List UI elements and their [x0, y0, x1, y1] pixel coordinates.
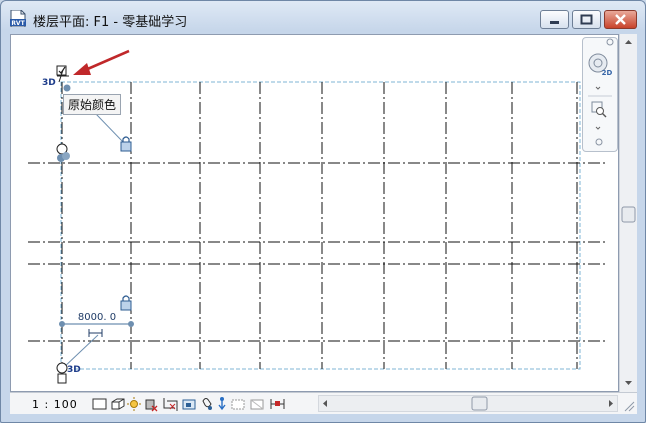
temporary-hide-icon[interactable] [218, 397, 226, 411]
view-control-icons [92, 397, 285, 412]
drawing-canvas[interactable]: 3D 8000. 0 3D 原始颜色 2D [10, 34, 619, 392]
zoom-icon[interactable] [591, 101, 607, 118]
nav-bar-graphics: 2D [588, 38, 614, 146]
horizontal-scrollbar[interactable] [318, 395, 618, 412]
title-bar[interactable]: RVT 楼层平面: F1 - 零基础学习 [1, 1, 645, 34]
grid-end-handle [63, 84, 71, 92]
show-crop-region-icon[interactable] [182, 399, 196, 410]
resize-grip-icon[interactable] [620, 394, 636, 414]
leader-line [95, 113, 125, 144]
dimension-value: 8000. 0 [78, 312, 116, 323]
close-button[interactable] [604, 10, 637, 29]
view-scale[interactable]: 1 : 100 [32, 398, 78, 411]
sun-path-icon[interactable] [127, 397, 141, 411]
maximize-button[interactable] [572, 10, 601, 29]
analysis-display-icon[interactable] [270, 399, 285, 409]
floor-plan-drawing: 3D 8000. 0 3D [28, 49, 608, 384]
top-grid-head[interactable]: 3D [42, 65, 71, 92]
grid-drag-handle[interactable] [62, 152, 70, 160]
maximize-icon [580, 14, 593, 25]
vertical-scrollbar[interactable] [619, 34, 637, 392]
wheel-label: 2D [602, 69, 613, 77]
view-control-bar: 1 : 100 [10, 392, 637, 414]
horizontal-scrollbar-graphics [323, 396, 613, 411]
bottom-view-tag: 3D [67, 365, 81, 375]
rvt-file-icon: RVT [10, 10, 26, 27]
scroll-left-arrow-icon [323, 400, 327, 407]
top-view-tag: 3D [42, 78, 56, 88]
temporary-view-properties-icon[interactable] [250, 399, 264, 410]
app-icon-label: RVT [11, 20, 25, 27]
scroll-thumb [471, 396, 488, 411]
scroll-thumb [621, 206, 636, 223]
scroll-right-arrow-icon [609, 400, 613, 407]
minimize-icon [550, 21, 559, 24]
visual-style-icon[interactable] [111, 398, 125, 410]
navigation-bar: 2D [582, 37, 618, 152]
nav-close-icon [606, 38, 614, 46]
reveal-hidden-icon[interactable] [231, 399, 245, 410]
scroll-down-arrow-icon [625, 381, 632, 385]
close-icon [615, 14, 626, 25]
lock-icon[interactable] [120, 295, 132, 311]
tooltip-original-color: 原始颜色 [63, 94, 122, 115]
nav-options-icon[interactable] [595, 138, 603, 146]
revit-view-window: RVT 楼层平面: F1 - 零基础学习 3D 8000. 0 3D 原始颜色 … [0, 0, 646, 423]
crop-region-boundary[interactable] [60, 81, 581, 370]
chevron-down-icon[interactable] [595, 86, 601, 90]
crop-view-icon[interactable] [163, 398, 178, 411]
scroll-up-arrow-icon [625, 40, 632, 44]
vertical-scrollbar-graphics [621, 40, 636, 385]
steering-wheel-icon[interactable]: 2D [588, 53, 613, 77]
detail-level-icon[interactable] [92, 398, 107, 410]
minimize-button[interactable] [540, 10, 569, 29]
vertical-grid-lines [61, 82, 578, 369]
shadows-icon[interactable] [145, 399, 158, 412]
bottom-grid-head[interactable]: 3D [56, 362, 81, 384]
lock-icon[interactable] [120, 136, 132, 152]
window-title: 楼层平面: F1 - 零基础学习 [33, 15, 188, 30]
chevron-down-icon[interactable] [595, 126, 601, 130]
unlock-3d-view-icon[interactable] [202, 398, 212, 411]
red-arrow-annotation [73, 49, 130, 75]
